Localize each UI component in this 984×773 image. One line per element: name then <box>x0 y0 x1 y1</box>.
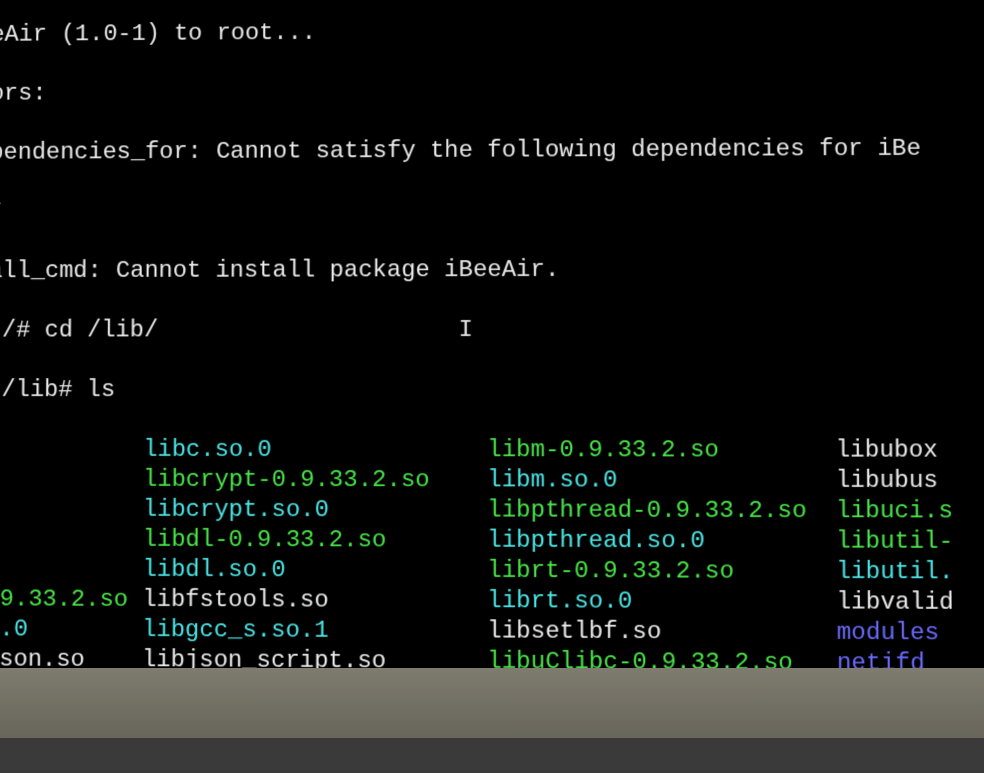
list-row: s.sh libdl.so.0 librt-0.9.33.2.so libuti… <box>0 555 984 589</box>
list-item: s.sh <box>0 555 143 586</box>
list-item: libuci.s <box>836 497 983 528</box>
text-cursor-icon: I <box>459 317 473 344</box>
list-item: libubus <box>836 467 983 498</box>
list-item: libcrypt.so.0 <box>143 496 488 527</box>
list-item: libpthread-0.9.33.2.so <box>487 496 836 527</box>
output-line: nstall_cmd: Cannot install package iBeeA… <box>0 257 559 285</box>
output-line: bm * <box>0 199 3 226</box>
list-item: libm.so.0 <box>487 466 836 497</box>
list-item: libfstools.so <box>142 586 487 617</box>
shell-prompt: Wrt:/lib# <box>0 377 87 404</box>
list-item <box>0 466 143 496</box>
list-item: c-0.9.33.2.so <box>0 585 142 616</box>
list-row: s libdl-0.9.33.2.so libpthread.so.0 libu… <box>0 525 984 558</box>
shell-prompt: Wrt:/# <box>0 318 45 345</box>
list-item: modules <box>837 619 984 650</box>
list-row: libcrypt-0.9.33.2.so libm.so.0 libubus <box>0 466 984 498</box>
list-item: libgcc_s.so.1 <box>142 616 487 648</box>
list-item <box>0 495 143 525</box>
command-text: ls <box>87 377 116 404</box>
list-row: c.so.0 libgcc_s.so.1 libsetlbf.so module… <box>0 615 984 650</box>
list-item: s <box>0 525 143 555</box>
list-item: librt.so.0 <box>487 587 836 619</box>
list-item: c.so.0 <box>0 615 142 646</box>
list-item: librt-0.9.33.2.so <box>487 557 836 588</box>
list-row: libc.so.0 libm-0.9.33.2.so libubox <box>0 436 984 467</box>
list-item <box>0 436 143 466</box>
terminal-screen[interactable]: iBeeAir (1.0-1) to root... errors: _depe… <box>0 0 984 685</box>
output-line: errors: <box>0 81 47 108</box>
list-item: libvalid <box>836 588 983 619</box>
list-item: libutil. <box>836 558 983 589</box>
list-item: libdl-0.9.33.2.so <box>143 526 488 557</box>
list-item: libc.so.0 <box>143 436 487 466</box>
list-item: libpthread.so.0 <box>487 527 836 558</box>
monitor-bezel <box>0 668 984 738</box>
ls-listing: libc.so.0 libm-0.9.33.2.so libubox libcr… <box>0 436 984 704</box>
list-item: libm-0.9.33.2.so <box>487 436 835 467</box>
list-item: libutil- <box>836 527 983 558</box>
list-item: libsetlbf.so <box>487 617 836 649</box>
list-row: c-0.9.33.2.so libfstools.so librt.so.0 l… <box>0 585 984 619</box>
output-line: _dependencies_for: Cannot satisfy the fo… <box>0 136 921 167</box>
command-text: cd /lib/ <box>44 317 158 344</box>
list-item: libcrypt-0.9.33.2.so <box>143 466 487 497</box>
list-item: libdl.so.0 <box>142 556 487 587</box>
list-item: libubox <box>835 436 982 466</box>
output-line: iBeeAir (1.0-1) to root... <box>0 20 316 49</box>
list-row: libcrypt.so.0 libpthread-0.9.33.2.so lib… <box>0 495 984 527</box>
